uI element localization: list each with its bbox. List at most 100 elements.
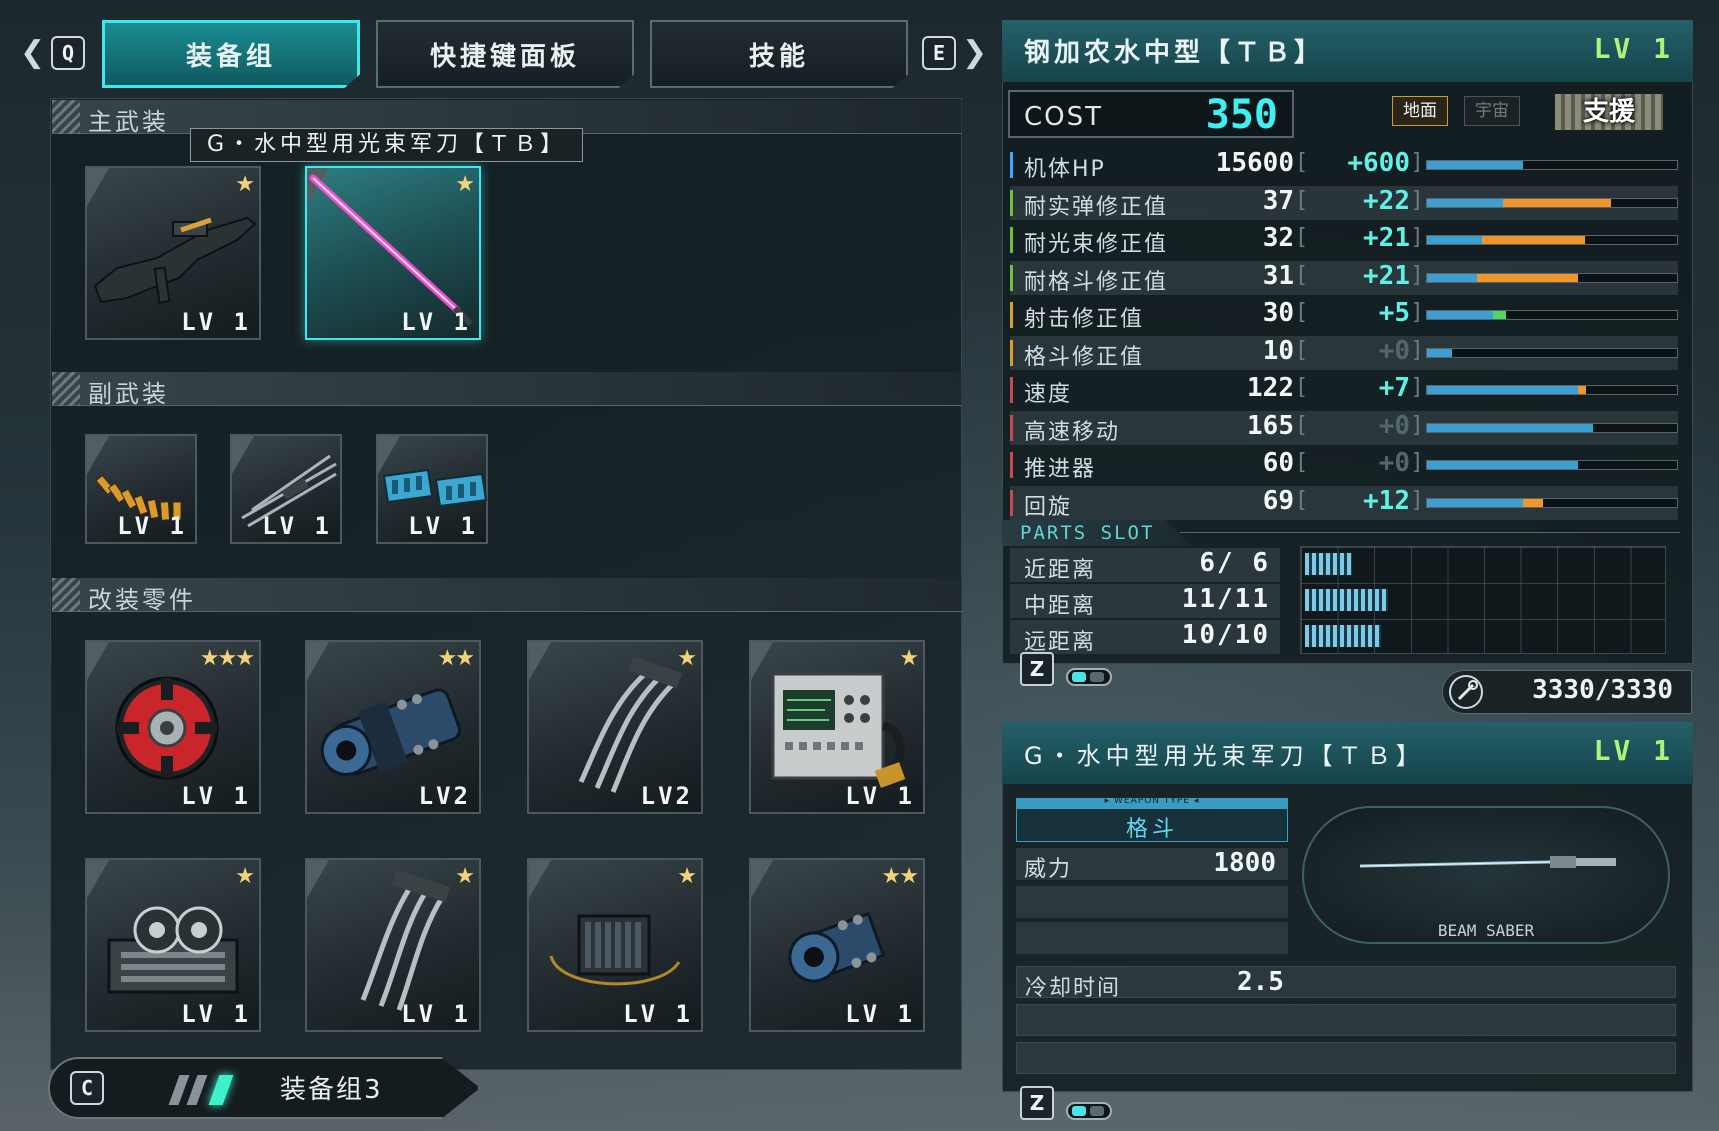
bracket-close: ] xyxy=(1412,300,1421,325)
slot-level: LV 1 xyxy=(117,512,187,540)
parts-slot-value: 10/10 xyxy=(1181,620,1270,650)
slot-level: LV2 xyxy=(640,782,693,810)
sub-weapon-slot-1[interactable]: LV 1 xyxy=(85,434,197,544)
stat-category-tick xyxy=(1010,264,1013,291)
tab-skills[interactable]: 技能 xyxy=(650,20,908,88)
weapon-image-frame: BEAM SABER xyxy=(1302,806,1670,944)
stat-bonus: +5 xyxy=(1378,298,1410,328)
stat-label: 耐光束修正值 xyxy=(1024,232,1169,257)
next-chevron-icon[interactable]: ❯ xyxy=(962,38,987,68)
part-slot-5[interactable]: ★ LV 1 xyxy=(85,858,261,1032)
weapon-power-value: 1800 xyxy=(1213,848,1276,878)
prev-chevron-icon[interactable]: ❮ xyxy=(20,38,45,68)
stat-bar xyxy=(1426,347,1678,358)
stat-bar-bonus xyxy=(1523,498,1543,507)
stat-value: 30 xyxy=(1262,298,1294,328)
parts-slot-label: 近距离 xyxy=(1024,558,1097,583)
weapon-type-caption: ▸ WEAPON TYPE ◂ xyxy=(1104,796,1200,806)
rarity-stars: ★ xyxy=(235,864,255,889)
stat-row: 射击修正值 30[+5] xyxy=(1010,298,1678,332)
header-stripes xyxy=(52,372,80,406)
slot-level: LV 1 xyxy=(845,1000,915,1028)
weapon-page-toggle-indicator[interactable] xyxy=(1066,1102,1112,1120)
stat-category-tick xyxy=(1010,189,1013,216)
stat-row: 耐格斗修正值 31[+21] xyxy=(1010,260,1678,295)
stat-bar xyxy=(1426,385,1678,395)
sub-weapon-slot-3[interactable]: LV 1 xyxy=(376,434,488,544)
part-slot-6[interactable]: ★ LV 1 xyxy=(305,858,481,1032)
loadout-group-label: 装备组3 xyxy=(280,1075,383,1105)
part-slot-4[interactable]: ★ LV 1 xyxy=(749,640,925,814)
tab-shortcut-panel[interactable]: 快捷键面板 xyxy=(376,20,634,88)
stat-category-tick xyxy=(1010,339,1013,366)
stat-bar-base xyxy=(1427,386,1578,394)
rarity-stars: ★ xyxy=(455,172,475,197)
weapon-toggle-key-z[interactable]: Z xyxy=(1020,1086,1054,1120)
cost-label: COST xyxy=(1024,102,1104,132)
part-slot-7[interactable]: ★ LV 1 xyxy=(527,858,703,1032)
stat-value: 165 xyxy=(1247,410,1294,441)
weapon-extra-row xyxy=(1016,1004,1676,1036)
part-slot-1[interactable]: ★★★ LV 1 xyxy=(85,640,261,814)
tab-loadout[interactable]: 装备组 xyxy=(102,20,360,88)
role-support-badge: 支援 xyxy=(1555,94,1663,130)
main-weapon-slot-2[interactable]: ★ LV 1 xyxy=(305,166,481,340)
stat-bar-base xyxy=(1427,236,1482,244)
bracket-close: ] xyxy=(1412,337,1421,363)
stat-bar xyxy=(1426,422,1678,433)
header-stripes xyxy=(52,100,80,134)
stat-label: 速度 xyxy=(1024,382,1073,407)
slot-level: LV 1 xyxy=(408,512,478,540)
repair-value: 3330/3330 xyxy=(1532,675,1673,705)
slot-level: LV2 xyxy=(418,782,471,810)
parts-slot-fill-mid xyxy=(1305,589,1388,611)
stat-row: 推进器 60[+0] xyxy=(1010,448,1678,482)
weapon-power-row: 威力 1800 xyxy=(1016,848,1288,882)
stat-bar xyxy=(1426,160,1678,170)
loadout-switch-key[interactable]: C xyxy=(70,1071,104,1105)
main-weapon-slot-1[interactable]: ★ LV 1 xyxy=(85,166,261,340)
parts-slot-row-short: 近距离 6/ 6 xyxy=(1010,548,1280,583)
next-tab-key[interactable]: E xyxy=(922,36,956,70)
slot-level: LV 1 xyxy=(181,308,251,336)
part-slot-2[interactable]: ★★ LV2 xyxy=(305,640,481,814)
bracket-close: ] xyxy=(1412,450,1421,475)
stat-bonus: +22 xyxy=(1363,185,1410,216)
slot-level: LV 1 xyxy=(262,512,332,540)
stat-bar xyxy=(1426,272,1678,283)
loadout-pip-3 xyxy=(208,1075,234,1105)
stat-bonus: +600 xyxy=(1347,148,1410,178)
stat-bar xyxy=(1426,235,1678,245)
stat-label: 机体HP xyxy=(1024,157,1106,182)
prev-tab-key[interactable]: Q xyxy=(51,36,85,70)
weapon-type-value: 格斗 xyxy=(1125,817,1178,842)
loadout-selector-bar[interactable]: C 装备组3 xyxy=(48,1057,480,1119)
stat-row: 速度 122[+7] xyxy=(1010,373,1678,407)
page-toggle-indicator[interactable] xyxy=(1066,668,1112,686)
stat-bar-base xyxy=(1427,273,1477,282)
stat-row: 格斗修正值 10[+0] xyxy=(1010,335,1678,370)
terrain-space-badge: 宇宙 xyxy=(1464,96,1520,126)
stat-bonus: +12 xyxy=(1363,485,1410,516)
main-weapon-title: 主武装 xyxy=(88,108,169,136)
rarity-stars: ★★ xyxy=(437,646,475,671)
sub-weapon-slot-2[interactable]: LV 1 xyxy=(230,434,342,544)
stat-bar-bonus xyxy=(1578,386,1586,394)
parts-slot-row-mid: 中距离 11/11 xyxy=(1010,584,1280,619)
rarity-stars: ★ xyxy=(677,646,697,671)
part-slot-3[interactable]: ★ LV2 xyxy=(527,640,703,814)
slot-level: LV 1 xyxy=(845,782,915,810)
stat-bar-base xyxy=(1427,311,1493,319)
parts-slot-divider xyxy=(1180,532,1680,533)
toggle-key-z[interactable]: Z xyxy=(1020,652,1054,686)
part-slot-8[interactable]: ★★ LV 1 xyxy=(749,858,925,1032)
bracket-close: ] xyxy=(1412,487,1421,513)
weapon-empty-row xyxy=(1016,886,1288,918)
rarity-stars: ★ xyxy=(677,864,697,889)
stat-bonus: +0 xyxy=(1378,448,1410,478)
sub-weapon-header: 副武装 xyxy=(52,372,962,408)
stat-category-tick xyxy=(1010,489,1013,516)
stat-bar xyxy=(1426,310,1678,320)
parts-header: 改装零件 xyxy=(52,578,962,614)
wrench-icon xyxy=(1449,675,1483,709)
